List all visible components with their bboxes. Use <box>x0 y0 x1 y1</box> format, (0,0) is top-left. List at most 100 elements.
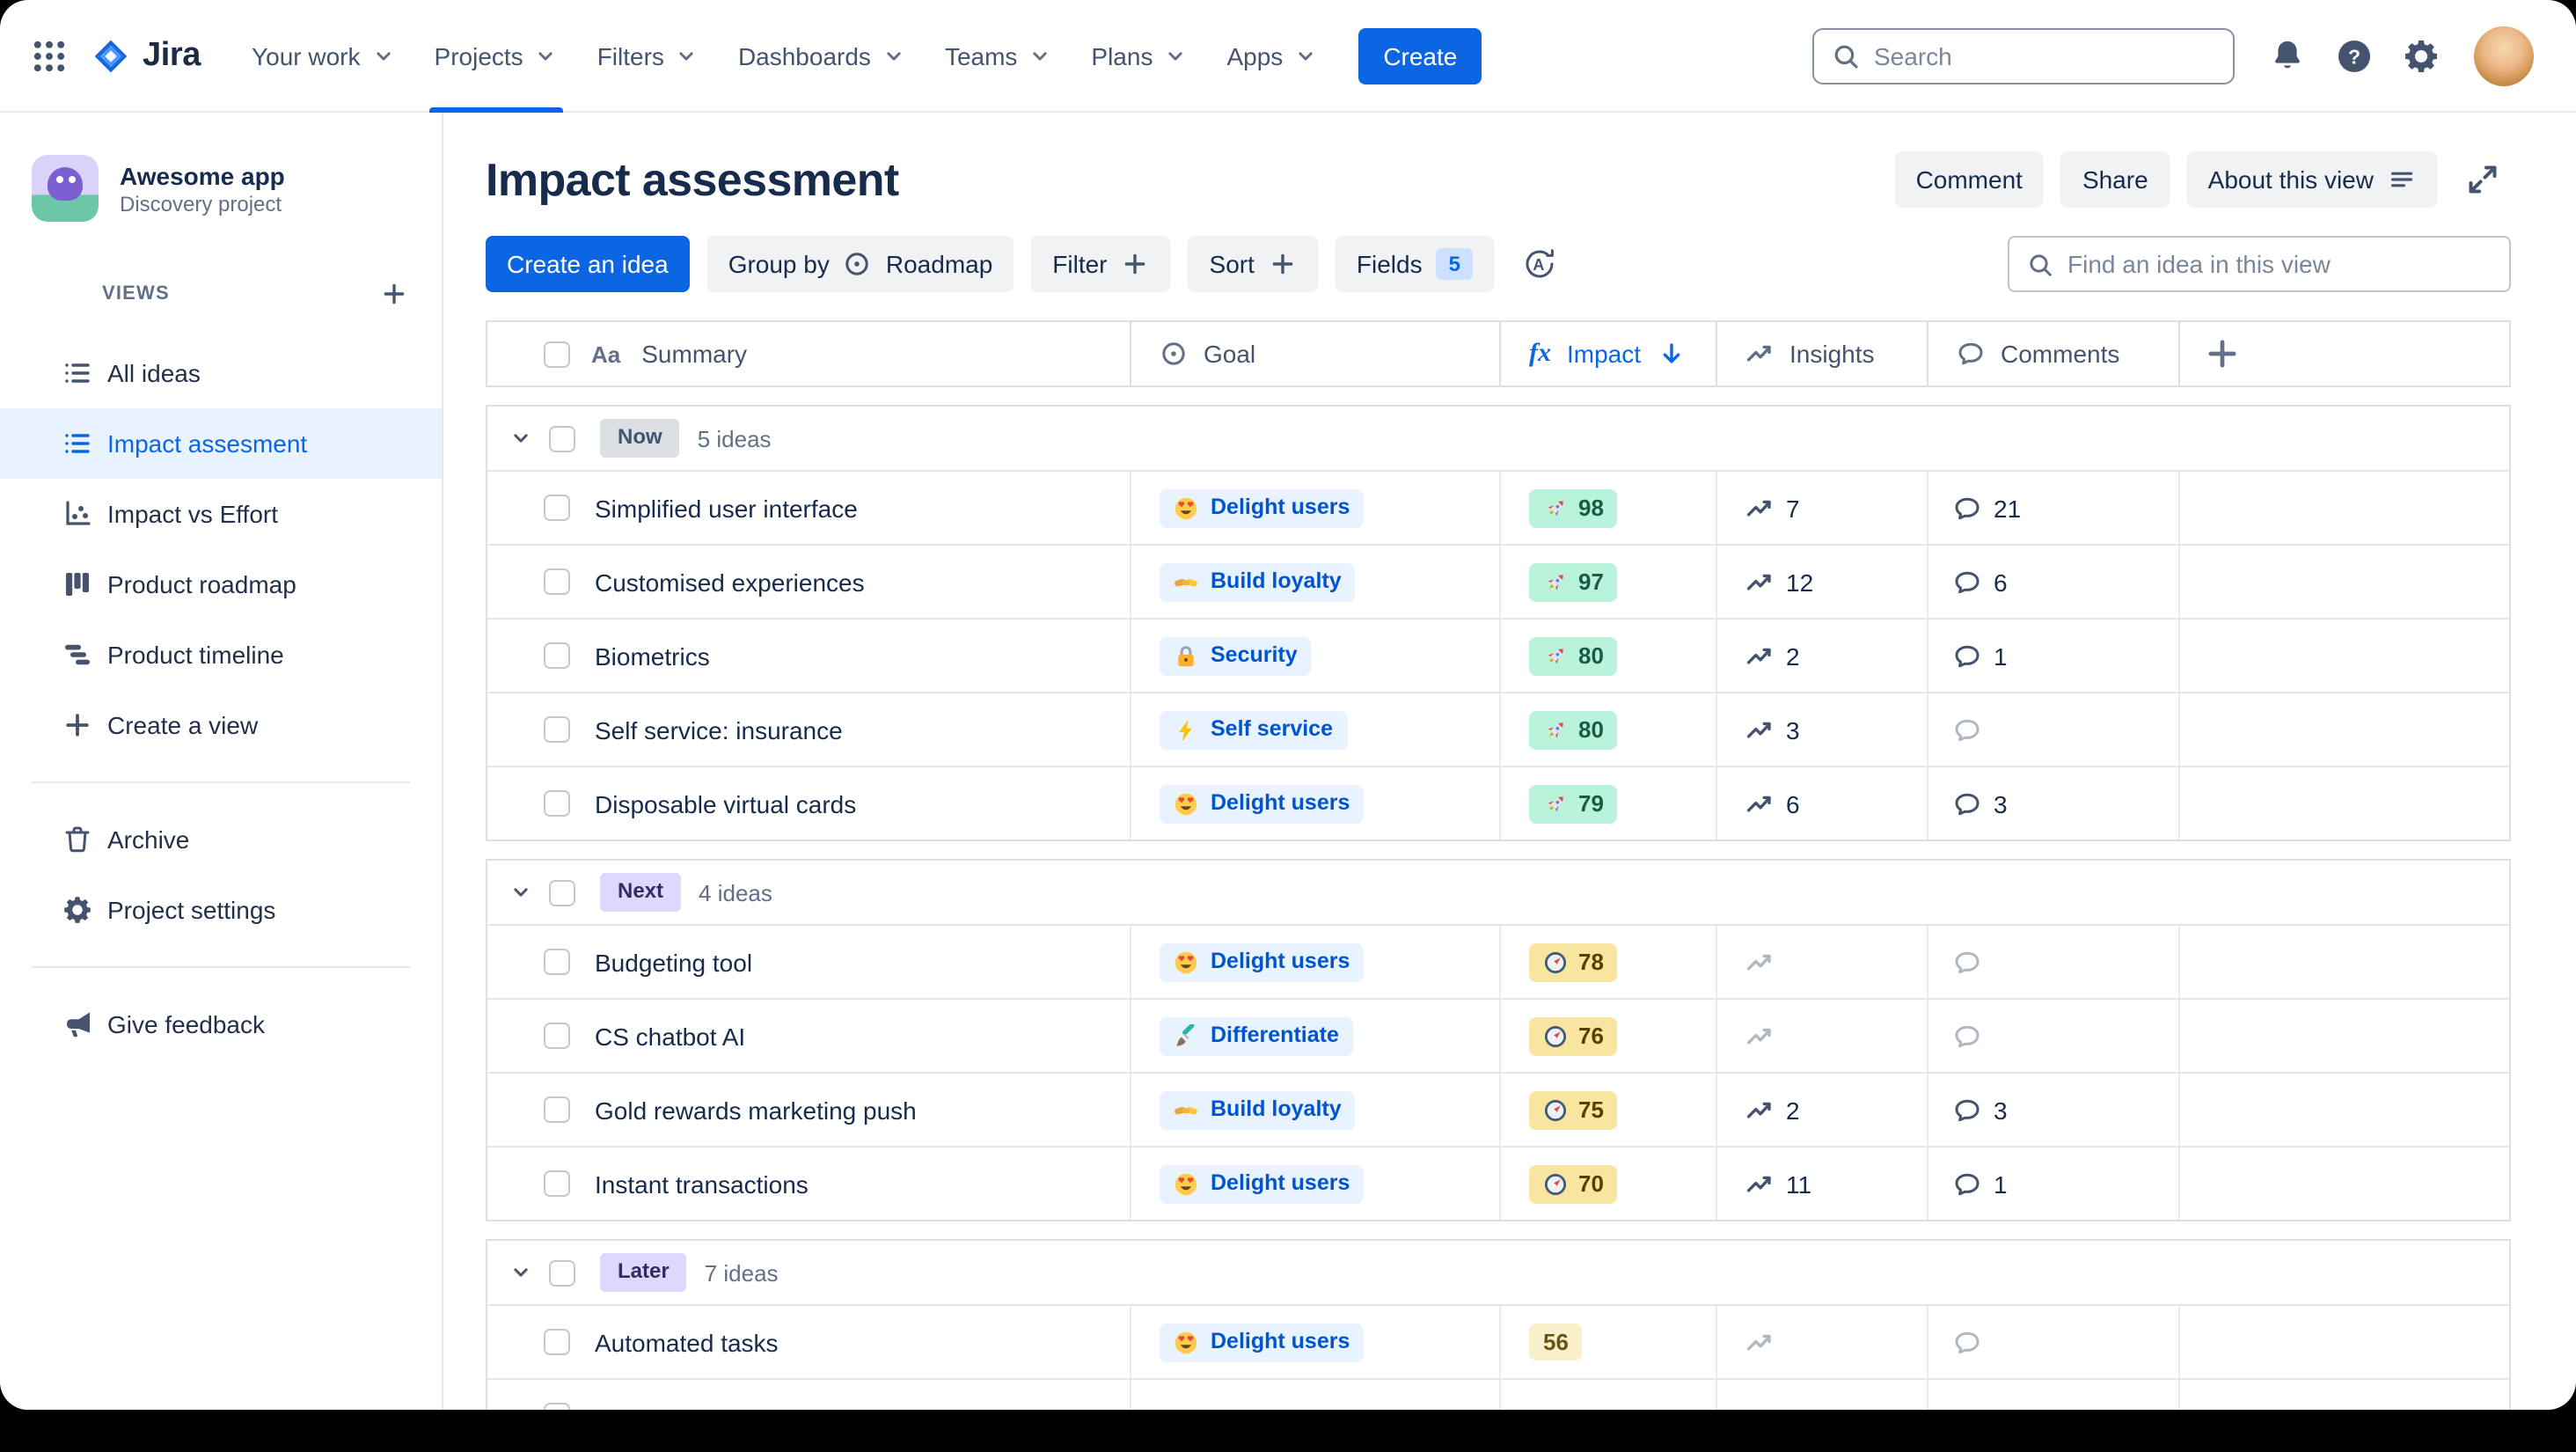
nav-item-projects[interactable]: Projects <box>415 0 578 112</box>
row-checkbox[interactable] <box>544 949 570 975</box>
comments-cell[interactable] <box>1927 1306 2178 1378</box>
goal-chip[interactable]: Build loyalty <box>1160 1090 1356 1129</box>
insights-cell[interactable] <box>1716 1000 1927 1072</box>
comment-button[interactable]: Comment <box>1894 151 2044 208</box>
sidebar-item-impact-vs-effort[interactable]: Impact vs Effort <box>0 479 442 549</box>
settings-button[interactable] <box>2393 27 2449 84</box>
select-all-checkbox[interactable] <box>544 341 570 367</box>
goal-chip[interactable]: Delight users <box>1160 1323 1365 1361</box>
comments-cell[interactable]: 21 <box>1927 472 2178 544</box>
nav-item-apps[interactable]: Apps <box>1207 0 1337 112</box>
create-idea-button[interactable]: Create an idea <box>486 236 690 292</box>
impact-score-badge[interactable]: 70 <box>1529 1164 1618 1203</box>
table-row[interactable]: Automated tasks Delight users 56 <box>487 1304 2509 1378</box>
comments-cell[interactable]: 6 <box>1927 546 2178 618</box>
nav-item-teams[interactable]: Teams <box>926 0 1072 112</box>
about-this-view-button[interactable]: About this view <box>2186 151 2437 208</box>
insights-cell[interactable] <box>1716 1380 1927 1410</box>
auto-sort-button[interactable]: A <box>1511 236 1568 292</box>
goal-chip[interactable]: Self service <box>1160 710 1347 749</box>
column-header-summary[interactable]: Aa Summary <box>487 322 1130 385</box>
row-checkbox[interactable] <box>544 1170 570 1197</box>
app-switcher-button[interactable] <box>21 27 77 84</box>
idea-summary[interactable]: Disposable virtual cards <box>595 789 856 818</box>
insights-cell[interactable]: 2 <box>1716 1074 1927 1146</box>
comments-cell[interactable] <box>1927 1380 2178 1410</box>
comments-cell[interactable]: 3 <box>1927 1074 2178 1146</box>
create-button[interactable]: Create <box>1358 27 1482 84</box>
goal-chip[interactable]: Build loyalty <box>1160 562 1356 601</box>
goal-chip[interactable]: Delight users <box>1160 784 1365 823</box>
goal-chip[interactable]: Security <box>1160 636 1312 675</box>
impact-score-badge[interactable]: 79 <box>1529 784 1618 823</box>
nav-item-plans[interactable]: Plans <box>1072 0 1207 112</box>
table-row[interactable]: Simplified user interface Delight users 98… <box>487 470 2509 544</box>
insights-cell[interactable] <box>1716 1306 1927 1378</box>
add-view-button[interactable] <box>371 271 417 317</box>
table-row[interactable]: Customised experiences Build loyalty 97 12 6 <box>487 544 2509 618</box>
comments-cell[interactable]: 1 <box>1927 620 2178 692</box>
impact-score-badge[interactable]: 75 <box>1529 1090 1618 1129</box>
sidebar-item-archive[interactable]: Archive <box>0 804 442 875</box>
help-button[interactable]: ? <box>2326 27 2382 84</box>
table-row[interactable]: Gold rewards marketing push Build loyalty… <box>487 1072 2509 1146</box>
nav-item-dashboards[interactable]: Dashboards <box>719 0 926 112</box>
sidebar-item-create-a-view[interactable]: Create a view <box>0 690 442 760</box>
sidebar-item-product-roadmap[interactable]: Product roadmap <box>0 549 442 620</box>
find-idea-search[interactable] <box>2008 236 2511 292</box>
project-header[interactable]: Awesome app Discovery project <box>0 155 442 222</box>
table-row[interactable]: Self service: insurance Self service 80 3 <box>487 692 2509 766</box>
row-checkbox[interactable] <box>544 1329 570 1355</box>
fields-button[interactable]: Fields 5 <box>1335 236 1494 292</box>
find-idea-input[interactable] <box>2067 250 2492 278</box>
impact-score-badge[interactable]: 56 <box>1529 1324 1583 1360</box>
column-header-comments[interactable]: Comments <box>1927 322 2178 385</box>
goal-chip[interactable]: Delight users <box>1160 942 1365 981</box>
insights-cell[interactable]: 12 <box>1716 546 1927 618</box>
group-collapse-button[interactable] <box>501 419 540 458</box>
impact-score-badge[interactable]: 78 <box>1529 942 1618 981</box>
fullscreen-button[interactable] <box>2455 151 2511 208</box>
insights-cell[interactable] <box>1716 926 1927 998</box>
notifications-button[interactable] <box>2259 27 2316 84</box>
jira-logo[interactable]: Jira <box>77 36 215 75</box>
table-row[interactable]: Budgeting tool Delight users 78 <box>487 924 2509 998</box>
group-collapse-button[interactable] <box>501 1253 540 1292</box>
nav-item-filters[interactable]: Filters <box>578 0 719 112</box>
filter-button[interactable]: Filter <box>1031 236 1171 292</box>
impact-score-badge[interactable]: 98 <box>1529 488 1618 527</box>
row-checkbox[interactable] <box>544 568 570 595</box>
idea-summary[interactable]: Gold rewards marketing push <box>595 1096 917 1124</box>
insights-cell[interactable]: 11 <box>1716 1148 1927 1220</box>
sidebar-item-product-timeline[interactable]: Product timeline <box>0 620 442 690</box>
row-checkbox[interactable] <box>544 495 570 521</box>
insights-cell[interactable]: 7 <box>1716 472 1927 544</box>
impact-score-badge[interactable]: 97 <box>1529 562 1618 601</box>
row-checkbox[interactable] <box>544 642 570 669</box>
idea-summary[interactable]: Customised experiences <box>595 568 865 596</box>
row-checkbox[interactable] <box>544 790 570 817</box>
sidebar-item-all-ideas[interactable]: All ideas <box>0 338 442 408</box>
impact-score-badge[interactable]: 80 <box>1529 636 1618 675</box>
search-input[interactable] <box>1874 41 2215 70</box>
column-header-insights[interactable]: Insights <box>1716 322 1927 385</box>
idea-summary[interactable]: Biometrics <box>595 642 710 670</box>
table-row-partial[interactable] <box>487 1378 2509 1410</box>
table-row[interactable]: Instant transactions Delight users 70 11 1 <box>487 1146 2509 1220</box>
row-checkbox[interactable] <box>544 1403 570 1410</box>
idea-summary[interactable]: Automated tasks <box>595 1328 779 1356</box>
goal-chip[interactable]: Delight users <box>1160 488 1365 527</box>
idea-summary[interactable]: Self service: insurance <box>595 715 843 744</box>
nav-item-your-work[interactable]: Your work <box>232 0 415 112</box>
group-by-button[interactable]: Group by Roadmap <box>706 236 1014 292</box>
impact-score-badge[interactable]: 80 <box>1529 710 1618 749</box>
column-header-goal[interactable]: Goal <box>1130 322 1499 385</box>
insights-cell[interactable]: 3 <box>1716 693 1927 766</box>
goal-chip[interactable]: Differentiate <box>1160 1016 1353 1055</box>
impact-score-badge[interactable]: 76 <box>1529 1016 1618 1055</box>
table-row[interactable]: Biometrics Security 80 2 1 <box>487 618 2509 692</box>
comments-cell[interactable] <box>1927 1000 2178 1072</box>
sidebar-item-project-settings[interactable]: Project settings <box>0 875 442 945</box>
share-button[interactable]: Share <box>2060 151 2170 208</box>
idea-summary[interactable]: Simplified user interface <box>595 494 858 522</box>
